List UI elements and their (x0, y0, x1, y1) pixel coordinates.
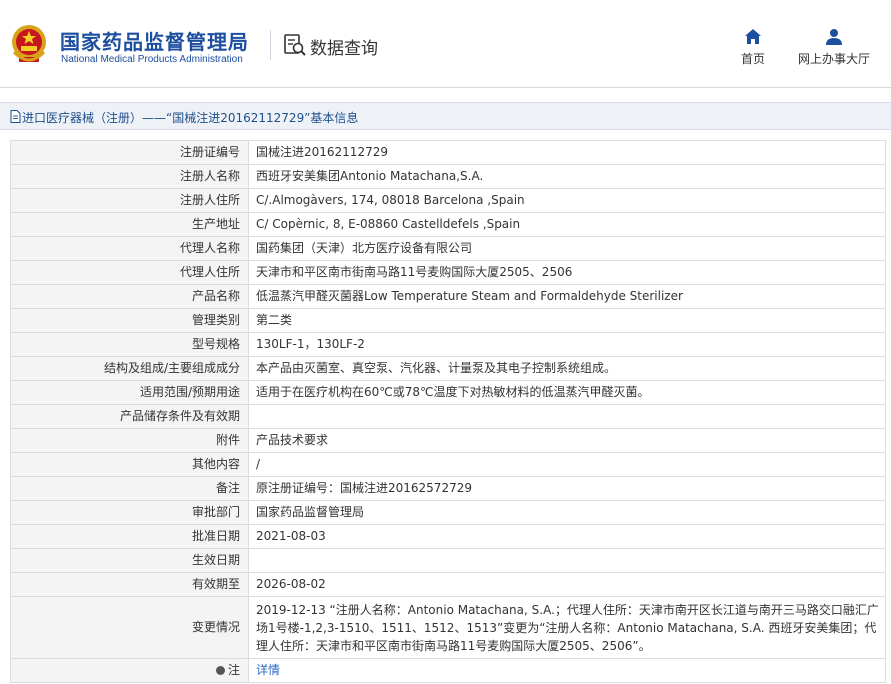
table-row: 生效日期 (10, 548, 886, 573)
field-value: 国械注进20162112729 (248, 140, 886, 165)
field-value: 本产品由灭菌室、真空泵、汽化器、计量泵及其电子控制系统组成。 (248, 356, 886, 381)
table-row: 其他内容 / (10, 452, 886, 477)
table-row: 型号规格 130LF-1，130LF-2 (10, 332, 886, 357)
field-value (248, 548, 886, 573)
field-value: 国家药品监督管理局 (248, 500, 886, 525)
home-icon (745, 29, 761, 44)
national-emblem-icon (12, 25, 46, 62)
nav-home[interactable]: 首页 (736, 28, 770, 67)
field-label: 管理类别 (10, 308, 249, 333)
table-row: 代理人住所 天津市和平区南市街南马路11号麦购国际大厦2505、2506 (10, 260, 886, 285)
table-row: 产品名称 低温蒸汽甲醛灭菌器Low Temperature Steam and F… (10, 284, 886, 309)
field-label: 代理人名称 (10, 236, 249, 261)
field-label: 变更情况 (10, 596, 249, 659)
field-label: 注册人住所 (10, 188, 249, 213)
field-value: 原注册证编号：国械注进20162572729 (248, 476, 886, 501)
field-label: 适用范围/预期用途 (10, 380, 249, 405)
user-icon (826, 29, 842, 45)
field-label: 注册证编号 (10, 140, 249, 165)
table-row: 管理类别 第二类 (10, 308, 886, 333)
field-value: 产品技术要求 (248, 428, 886, 453)
field-label: 产品储存条件及有效期 (10, 404, 249, 429)
table-row: 有效期至 2026-08-02 (10, 572, 886, 597)
document-icon (10, 110, 21, 123)
table-row: 产品储存条件及有效期 (10, 404, 886, 429)
field-value: / (248, 452, 886, 477)
field-value: C/ Copèrnic, 8, E-08860 Castelldefels ,S… (248, 212, 886, 237)
note-value-cell: 详情 (248, 658, 886, 683)
breadcrumb: 进口医疗器械（注册）——“国械注进20162112729”基本信息 (0, 102, 891, 130)
table-row: 批准日期 2021-08-03 (10, 524, 886, 549)
details-link[interactable]: 详情 (256, 663, 280, 677)
table-row: 审批部门 国家药品监督管理局 (10, 500, 886, 525)
brand-title-cn: 国家药品监督管理局 (60, 30, 249, 54)
field-label: 审批部门 (10, 500, 249, 525)
table-row: 结构及组成/主要组成成分 本产品由灭菌室、真空泵、汽化器、计量泵及其电子控制系统组… (10, 356, 886, 381)
data-query-label[interactable]: 数据查询 (310, 34, 378, 59)
site-header: 国家药品监督管理局 National Medical Products Admi… (0, 0, 891, 88)
field-value: 2019-12-13 “注册人名称：Antonio Matachana, S.A… (248, 596, 886, 659)
table-row: 适用范围/预期用途 适用于在医疗机构在60℃或78℃温度下对热敏材料的低温蒸汽甲醛… (10, 380, 886, 405)
table-row: 注册人住所 C/.Almogàvers, 174, 08018 Barcelona… (10, 188, 886, 213)
field-label: 生效日期 (10, 548, 249, 573)
field-value: 2021-08-03 (248, 524, 886, 549)
field-label: 代理人住所 (10, 260, 249, 285)
field-value: 适用于在医疗机构在60℃或78℃温度下对热敏材料的低温蒸汽甲醛灭菌。 (248, 380, 886, 405)
table-row: 备注 原注册证编号：国械注进20162572729 (10, 476, 886, 501)
field-value: 2026-08-02 (248, 572, 886, 597)
table-row: 变更情况 2019-12-13 “注册人名称：Antonio Matachana,… (10, 596, 886, 659)
field-label: 生产地址 (10, 212, 249, 237)
table-row: 注 详情 (10, 658, 886, 683)
table-row: 附件 产品技术要求 (10, 428, 886, 453)
field-value: 国药集团（天津）北方医疗设备有限公司 (248, 236, 886, 261)
data-query-icon (284, 34, 306, 56)
field-value: 第二类 (248, 308, 886, 333)
bullet-icon (215, 666, 225, 675)
field-value: 130LF-1，130LF-2 (248, 332, 886, 357)
field-value: 天津市和平区南市街南马路11号麦购国际大厦2505、2506 (248, 260, 886, 285)
header-divider (270, 30, 271, 60)
field-label: 型号规格 (10, 332, 249, 357)
note-label: 注 (227, 663, 240, 677)
table-row: 注册人名称 西班牙安美集团Antonio Matachana,S.A. (10, 164, 886, 189)
field-label: 结构及组成/主要组成成分 (10, 356, 249, 381)
field-label: 其他内容 (10, 452, 249, 477)
device-detail-table: 注册证编号 国械注进20162112729 注册人名称 西班牙安美集团Antonio… (10, 140, 886, 683)
field-value: 低温蒸汽甲醛灭菌器Low Temperature Steam and Forma… (248, 284, 886, 309)
field-label: 附件 (10, 428, 249, 453)
note-label-cell: 注 (10, 658, 249, 683)
field-label: 产品名称 (10, 284, 249, 309)
field-label: 批准日期 (10, 524, 249, 549)
nav-service-label: 网上办事大厅 (797, 52, 870, 66)
breadcrumb-text: 进口医疗器械（注册）——“国械注进20162112729”基本信息 (22, 111, 359, 125)
table-row: 注册证编号 国械注进20162112729 (10, 140, 886, 165)
field-label: 注册人名称 (10, 164, 249, 189)
brand-title-en: National Medical Products Administration (61, 54, 243, 65)
field-label: 有效期至 (10, 572, 249, 597)
field-value (248, 404, 886, 429)
nav-online-service-hall[interactable]: 网上办事大厅 (795, 28, 873, 67)
table-row: 代理人名称 国药集团（天津）北方医疗设备有限公司 (10, 236, 886, 261)
field-label: 备注 (10, 476, 249, 501)
field-value: 西班牙安美集团Antonio Matachana,S.A. (248, 164, 886, 189)
nav-home-label: 首页 (740, 52, 765, 66)
field-value: C/.Almogàvers, 174, 08018 Barcelona ,Spa… (248, 188, 886, 213)
table-row: 生产地址 C/ Copèrnic, 8, E-08860 Castelldefel… (10, 212, 886, 237)
